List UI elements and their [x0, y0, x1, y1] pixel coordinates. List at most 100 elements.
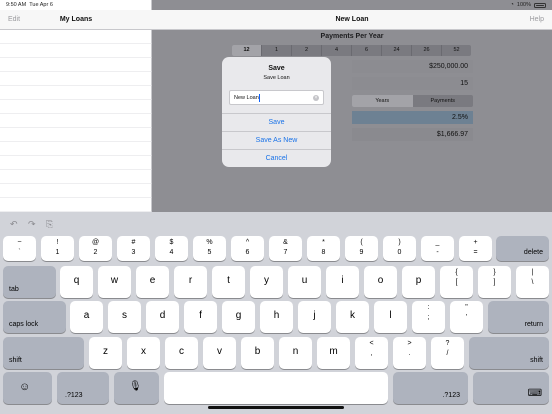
- key-letter[interactable]: b: [241, 337, 274, 369]
- segment-ppy[interactable]: 6: [352, 45, 382, 56]
- save-button[interactable]: Save: [222, 113, 331, 131]
- key-letter[interactable]: u: [288, 266, 321, 298]
- key-label: y: [264, 275, 269, 286]
- term-field[interactable]: 15: [352, 77, 473, 90]
- key-letter[interactable]: z: [89, 337, 122, 369]
- segment-ppy[interactable]: 52: [442, 45, 471, 56]
- home-indicator: [208, 406, 344, 409]
- key-letter[interactable]: g: [222, 301, 255, 333]
- key-label-top: <: [369, 340, 374, 347]
- undo-icon[interactable]: ↶: [10, 219, 18, 230]
- key-letter[interactable]: n: [279, 337, 312, 369]
- key-letter[interactable]: r: [174, 266, 207, 298]
- key-symbol[interactable]: :;: [412, 301, 445, 333]
- key-symbol[interactable]: _ -: [421, 236, 454, 261]
- hide-keyboard-key[interactable]: ⌨: [473, 372, 549, 404]
- key-letter[interactable]: w: [98, 266, 131, 298]
- segment-ppy[interactable]: 24: [382, 45, 412, 56]
- key-symbol[interactable]: #3: [117, 236, 150, 261]
- key-symbol[interactable]: >.: [393, 337, 426, 369]
- dictation-key[interactable]: 🎙: [114, 372, 159, 404]
- key-letter[interactable]: f: [184, 301, 217, 333]
- interest-rate-field[interactable]: 2.5%: [352, 111, 473, 124]
- key-letter[interactable]: q: [60, 266, 93, 298]
- key-symbol[interactable]: (9: [345, 236, 378, 261]
- key-symbol[interactable]: ~ `: [3, 236, 36, 261]
- key-letter[interactable]: y: [250, 266, 283, 298]
- segment-years[interactable]: Years: [352, 95, 413, 107]
- key-symbol[interactable]: * 8: [307, 236, 340, 261]
- paste-icon[interactable]: ⎘: [46, 219, 53, 230]
- key-letter[interactable]: s: [108, 301, 141, 333]
- segment-ppy[interactable]: 1: [262, 45, 292, 56]
- key-letter[interactable]: c: [165, 337, 198, 369]
- loan-amount-field[interactable]: $250,000.00: [352, 60, 473, 73]
- key-symbol[interactable]: <,: [355, 337, 388, 369]
- key-symbol[interactable]: % 5: [193, 236, 226, 261]
- key-letter[interactable]: m: [317, 337, 350, 369]
- key-label: .?123: [65, 392, 83, 399]
- redo-icon[interactable]: ↷: [28, 219, 36, 230]
- key-symbol[interactable]: }]: [478, 266, 511, 298]
- key-symbol[interactable]: ? /: [431, 337, 464, 369]
- tab-key[interactable]: tab: [3, 266, 56, 298]
- key-label: n: [292, 346, 299, 357]
- segment-ppy[interactable]: 2: [292, 45, 322, 56]
- loan-name-input[interactable]: New Loan ×: [229, 90, 324, 105]
- help-button[interactable]: Help: [530, 16, 544, 23]
- key-letter[interactable]: j: [298, 301, 331, 333]
- key-label: return: [524, 321, 543, 328]
- emoji-key[interactable]: ☺: [3, 372, 52, 404]
- key-label: q: [73, 275, 80, 286]
- key-label: x: [141, 346, 146, 357]
- cancel-button[interactable]: Cancel: [222, 149, 331, 167]
- master-title: My Loans: [59, 16, 93, 23]
- clear-text-icon[interactable]: ×: [313, 95, 319, 101]
- numbers-key-left[interactable]: .?123: [57, 372, 109, 404]
- save-as-new-button[interactable]: Save As New: [222, 131, 331, 149]
- segment-ppy[interactable]: 26: [412, 45, 442, 56]
- delete-key[interactable]: delete: [496, 236, 549, 261]
- shift-left-key[interactable]: shift: [3, 337, 84, 369]
- key-letter[interactable]: d: [146, 301, 179, 333]
- key-symbol[interactable]: {[: [440, 266, 473, 298]
- key-symbol[interactable]: ! 1: [41, 236, 74, 261]
- key-letter[interactable]: v: [203, 337, 236, 369]
- key-label-top: &: [283, 239, 288, 246]
- key-label: delete: [523, 249, 543, 256]
- space-bar[interactable]: [164, 372, 388, 404]
- key-label-bottom: 8: [321, 249, 326, 256]
- key-symbol[interactable]: @2: [79, 236, 112, 261]
- key-symbol[interactable]: $4: [155, 236, 188, 261]
- key-label: p: [415, 275, 422, 286]
- key-letter[interactable]: x: [127, 337, 160, 369]
- segment-ppy[interactable]: 4: [322, 45, 352, 56]
- key-symbol[interactable]: & 7: [269, 236, 302, 261]
- return-key[interactable]: return: [488, 301, 549, 333]
- key-label-bottom: /: [446, 350, 449, 357]
- numbers-key-right[interactable]: .?123: [393, 372, 468, 404]
- key-symbol[interactable]: | \: [516, 266, 549, 298]
- key-label: s: [122, 310, 127, 321]
- key-letter[interactable]: t: [212, 266, 245, 298]
- caps-lock-key[interactable]: caps lock: [3, 301, 66, 333]
- key-label-top: %: [206, 239, 213, 246]
- key-letter[interactable]: i: [326, 266, 359, 298]
- key-letter[interactable]: p: [402, 266, 435, 298]
- key-letter[interactable]: a: [70, 301, 103, 333]
- key-label-top: $: [169, 239, 174, 246]
- key-letter[interactable]: h: [260, 301, 293, 333]
- key-symbol[interactable]: + =: [459, 236, 492, 261]
- shift-right-key[interactable]: shift: [469, 337, 549, 369]
- segment-payments[interactable]: Payments: [413, 95, 474, 107]
- loans-list[interactable]: [0, 30, 152, 212]
- key-symbol[interactable]: " ': [450, 301, 483, 333]
- key-letter[interactable]: k: [336, 301, 369, 333]
- key-letter[interactable]: l: [374, 301, 407, 333]
- segment-ppy[interactable]: 12: [232, 45, 262, 56]
- key-symbol[interactable]: ) 0: [383, 236, 416, 261]
- key-letter[interactable]: e: [136, 266, 169, 298]
- key-symbol[interactable]: ^ 6: [231, 236, 264, 261]
- key-label: shift: [530, 357, 543, 364]
- key-letter[interactable]: o: [364, 266, 397, 298]
